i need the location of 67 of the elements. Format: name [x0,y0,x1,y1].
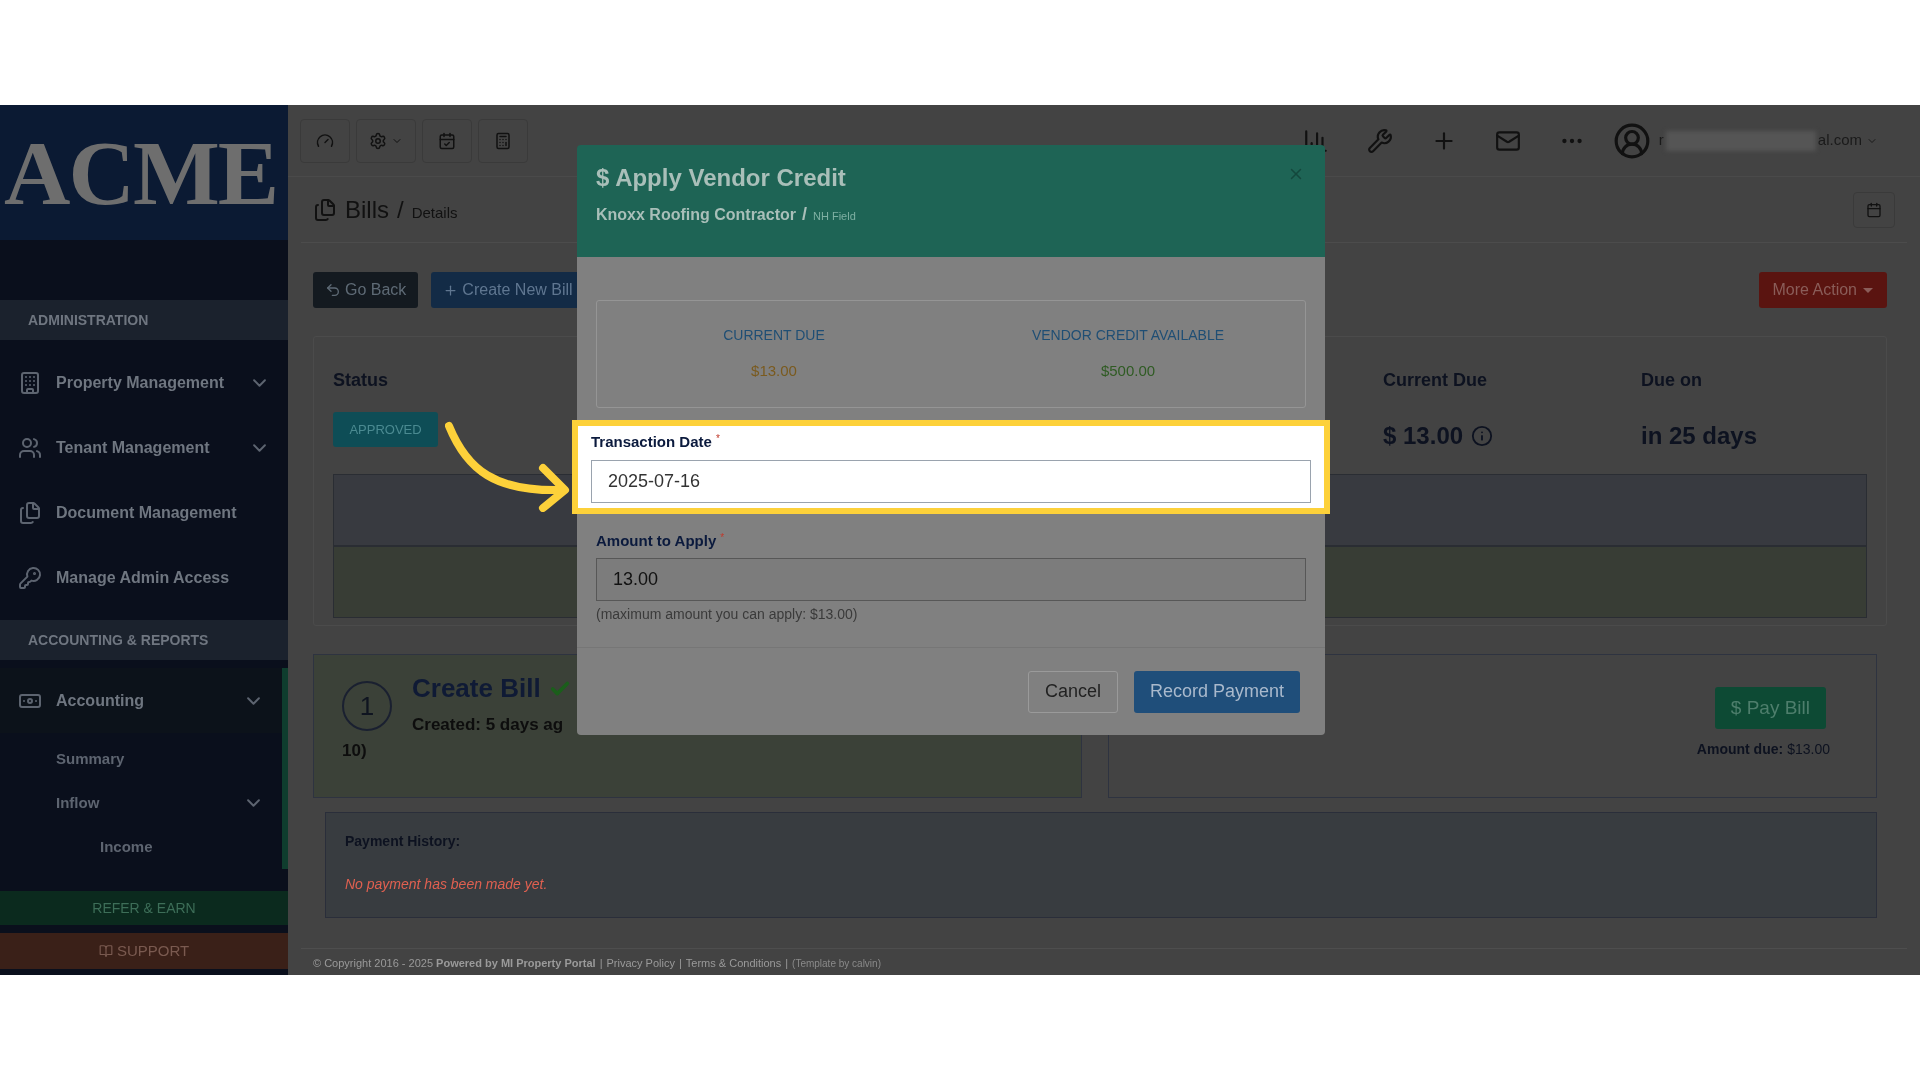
toolbar-button[interactable] [422,118,472,163]
undo-icon [325,282,341,298]
caret-icon [1863,287,1873,293]
sidebar-item[interactable]: Manage Admin Access [0,545,288,610]
support-button[interactable]: SUPPORT [0,933,288,969]
vendor-name: Knoxx Roofing Contractor [596,205,796,225]
section-header: ACCOUNTING & REPORTS [0,620,288,660]
modal-title: $ Apply Vendor Credit [596,163,846,193]
footer-link[interactable]: Privacy Policy [606,955,675,972]
chevron-down-icon [247,696,260,705]
field-label: Transaction Date [591,432,712,452]
chevron-down-icon [253,443,266,452]
files-icon [313,197,337,222]
stat-label: CURRENT DUE [723,326,825,346]
files-icon [18,500,42,525]
building-icon [18,370,42,395]
key-icon [18,565,42,590]
cancel-button[interactable]: Cancel [1027,670,1118,713]
sidebar-item[interactable]: Property Management [0,350,288,415]
toolbar-button[interactable] [300,118,350,163]
stat-label: VENDOR CREDIT AVAILABLE [1031,326,1225,346]
more-action-button[interactable]: More Action [1758,272,1887,308]
footer-divider: | [785,956,789,971]
section-header: ADMINISTRATION [0,300,288,340]
field-hint: (maximum amount you can apply: $13.00) [596,605,859,624]
status-badge: APPROVED [333,412,438,447]
sidebar-subitem[interactable]: Inflow [56,791,100,815]
footer-divider: | [678,956,682,971]
book-icon [98,944,113,958]
calculator-icon [494,131,512,150]
logo: ACME [3,126,278,219]
users-icon [18,435,42,460]
chevron-down-icon [247,799,260,807]
text-field[interactable]: 2025-07-16 [591,459,1311,503]
pay-bill-button[interactable]: $ Pay Bill [1714,687,1826,729]
refer-earn-button[interactable]: REFER & EARN [0,891,288,925]
avatar-icon[interactable] [1612,121,1651,160]
property-name: NH Field [813,209,856,224]
empty-message: No payment has been made yet. [345,875,549,894]
sidebar-item[interactable]: Tenant Management [0,415,288,480]
go-back-button[interactable]: Go Back [313,272,419,308]
gauge-icon [316,131,334,150]
footer-divider: | [599,956,603,971]
info-icon[interactable] [1471,425,1494,447]
calendar-check-icon [438,131,456,150]
toolbar-button[interactable] [478,118,528,163]
text-field[interactable]: 13.00 [596,558,1306,601]
toolbar-button[interactable] [356,118,416,163]
sidebar-item[interactable]: Document Management [0,480,288,545]
calendar-button[interactable] [1853,191,1895,228]
copyright-text: © Copyright 2016 - 2025 Powered by MI Property Portal [313,956,596,971]
footer-link[interactable]: Terms & Conditions [685,955,782,972]
chevron-down-icon [253,378,266,387]
sidebar-subitem[interactable]: Summary [56,747,125,771]
wrench-icon[interactable] [1366,127,1393,154]
sidebar-subitem[interactable]: Income [100,835,153,859]
required-mark: * [715,432,720,446]
stat-value: $13.00 [751,361,797,382]
field-label: Amount to Apply [596,530,717,551]
stat-value: $500.00 [1100,361,1156,382]
breadcrumb-separator: / [802,203,807,226]
required-mark: * [720,530,725,545]
record-payment-button[interactable]: Record Payment [1133,670,1300,713]
settings-icon [369,131,387,150]
calendar-icon [1866,201,1882,218]
plus-icon [443,282,459,298]
breadcrumb-separator: / [397,194,404,225]
